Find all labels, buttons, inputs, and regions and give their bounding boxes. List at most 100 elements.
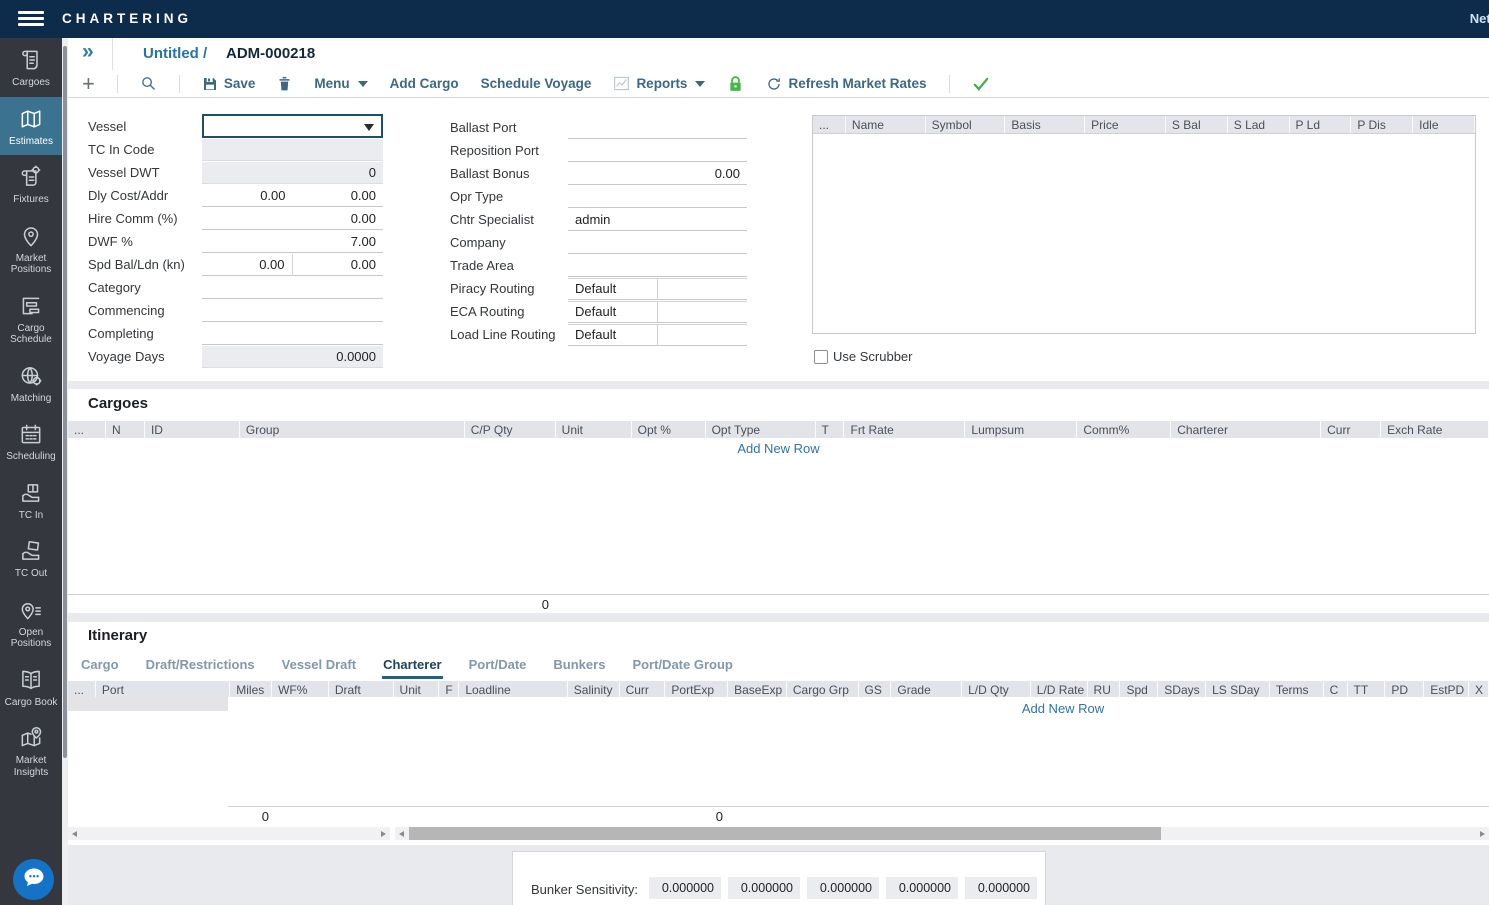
- column-header-basis[interactable]: Basis: [1005, 116, 1085, 133]
- column-header-[interactable]: ...: [813, 116, 846, 133]
- column-header-id[interactable]: ID: [145, 421, 240, 438]
- sidebar-item-cargo-schedule[interactable]: Cargo Schedule: [0, 284, 62, 354]
- field-reposition-port[interactable]: [568, 140, 747, 162]
- delete-button[interactable]: [277, 75, 292, 92]
- tab-draft-restrictions[interactable]: Draft/Restrictions: [145, 655, 256, 679]
- scroll-left-icon[interactable]: [68, 827, 81, 840]
- column-header-c-p-qty[interactable]: C/P Qty: [465, 421, 556, 438]
- field-eca-routing[interactable]: Default: [568, 301, 747, 323]
- sidebar-item-fixtures[interactable]: Fixtures: [0, 155, 62, 214]
- field-trade-area[interactable]: [568, 255, 747, 277]
- scroll-left-icon[interactable]: [395, 827, 408, 840]
- new-record-button[interactable]: +: [82, 74, 95, 94]
- column-header-spd[interactable]: Spd: [1120, 681, 1158, 697]
- column-header-s-bal[interactable]: S Bal: [1166, 116, 1228, 133]
- column-header-frt-rate[interactable]: Frt Rate: [844, 421, 965, 438]
- column-header-curr[interactable]: Curr: [620, 681, 666, 697]
- routing-value-cell[interactable]: Default: [568, 278, 658, 300]
- column-header-l-d-qty[interactable]: L/D Qty: [962, 681, 1031, 697]
- field-ballast-port[interactable]: [568, 117, 747, 139]
- topbar-network-link[interactable]: Network: [1470, 11, 1489, 26]
- column-header-x[interactable]: X: [1469, 681, 1489, 697]
- sidebar-item-scheduling[interactable]: Scheduling: [0, 412, 62, 471]
- add-cargo-button[interactable]: Add Cargo: [390, 76, 459, 91]
- field-spd-bal-ldn-kn[interactable]: 0.000.00: [202, 254, 383, 276]
- column-header-price[interactable]: Price: [1085, 116, 1166, 133]
- field-value-left[interactable]: 0.00: [202, 254, 293, 276]
- cargoes-add-new-row-link[interactable]: Add New Row: [68, 441, 1489, 456]
- routing-value-cell[interactable]: Default: [568, 324, 658, 346]
- tab-cargo[interactable]: Cargo: [80, 655, 120, 679]
- column-header-gs[interactable]: GS: [859, 681, 892, 697]
- column-header-symbol[interactable]: Symbol: [926, 116, 1006, 133]
- field-dwf[interactable]: 7.00: [202, 231, 383, 253]
- save-button[interactable]: Save: [202, 76, 256, 92]
- column-header-portexp[interactable]: PortExp: [665, 681, 728, 697]
- column-header-idle[interactable]: Idle: [1413, 116, 1475, 133]
- column-header-opt-type[interactable]: Opt Type: [706, 421, 816, 438]
- routing-extra-cell[interactable]: [658, 301, 748, 323]
- column-header-ls-sday[interactable]: LS SDay: [1206, 681, 1270, 697]
- column-header-f[interactable]: F: [439, 681, 459, 697]
- field-load-line-routing[interactable]: Default: [568, 324, 747, 346]
- sidebar-item-market-insights[interactable]: Market Insights: [0, 716, 62, 786]
- hamburger-menu-icon[interactable]: [18, 11, 44, 27]
- chat-button[interactable]: [13, 859, 54, 900]
- sidebar-item-market-positions[interactable]: Market Positions: [0, 214, 62, 284]
- refresh-market-rates-button[interactable]: Refresh Market Rates: [766, 76, 926, 92]
- scroll-right-icon[interactable]: [377, 827, 390, 840]
- menu-button[interactable]: Menu: [314, 76, 367, 91]
- column-header-exch-rate[interactable]: Exch Rate: [1381, 421, 1489, 438]
- sidebar-item-estimates[interactable]: Estimates: [0, 97, 62, 156]
- column-header-curr[interactable]: Curr: [1321, 421, 1381, 438]
- field-value-left[interactable]: 0.00: [202, 185, 293, 207]
- column-header-p-dis[interactable]: P Dis: [1351, 116, 1413, 133]
- column-header-opt[interactable]: Opt %: [632, 421, 706, 438]
- sidebar-scrollbar-thumb[interactable]: [63, 46, 67, 758]
- column-header-n[interactable]: N: [106, 421, 145, 438]
- column-header-unit[interactable]: Unit: [394, 681, 440, 697]
- column-header-terms[interactable]: Terms: [1270, 681, 1324, 697]
- column-header-sdays[interactable]: SDays: [1158, 681, 1206, 697]
- column-header-loadline[interactable]: Loadline: [459, 681, 567, 697]
- column-header-[interactable]: ...: [68, 681, 96, 697]
- itinerary-scrollbar[interactable]: [395, 827, 1489, 840]
- column-header-salinity[interactable]: Salinity: [568, 681, 620, 697]
- reports-button[interactable]: Reports: [613, 76, 705, 91]
- column-header-group[interactable]: Group: [240, 421, 465, 438]
- field-dly-cost-addr[interactable]: 0.000.00: [202, 185, 383, 207]
- sidebar-item-cargo-book[interactable]: Cargo Book: [0, 658, 62, 717]
- column-header-c[interactable]: C: [1324, 681, 1348, 697]
- field-piracy-routing[interactable]: Default: [568, 278, 747, 300]
- tab-bunkers[interactable]: Bunkers: [552, 655, 606, 679]
- sidebar-item-tc-in[interactable]: TC In: [0, 471, 62, 530]
- itinerary-add-new-row-link[interactable]: Add New Row: [998, 701, 1128, 716]
- column-header-draft[interactable]: Draft: [329, 681, 394, 697]
- column-header-t[interactable]: T: [816, 421, 845, 438]
- column-header-unit[interactable]: Unit: [556, 421, 632, 438]
- column-header-wf[interactable]: WF%: [272, 681, 329, 697]
- field-value-right[interactable]: 0.00: [293, 254, 384, 276]
- field-tc-in-code[interactable]: [202, 139, 383, 161]
- use-scrubber-checkbox[interactable]: [814, 350, 828, 364]
- field-vessel[interactable]: [202, 114, 383, 138]
- schedule-voyage-button[interactable]: Schedule Voyage: [481, 76, 592, 91]
- routing-extra-cell[interactable]: [658, 324, 748, 346]
- sidebar-item-matching[interactable]: Matching: [0, 354, 62, 413]
- field-hire-comm[interactable]: 0.00: [202, 208, 383, 230]
- routing-extra-cell[interactable]: [658, 278, 748, 300]
- column-header-lumpsum[interactable]: Lumpsum: [965, 421, 1077, 438]
- column-header-s-lad[interactable]: S Lad: [1228, 116, 1290, 133]
- field-commencing[interactable]: [202, 300, 383, 322]
- tab-port-date[interactable]: Port/Date: [468, 655, 528, 679]
- tab-charterer[interactable]: Charterer: [382, 655, 443, 679]
- column-header-baseexp[interactable]: BaseExp: [728, 681, 787, 697]
- field-opr-type[interactable]: [568, 186, 747, 208]
- routing-value-cell[interactable]: Default: [568, 301, 658, 323]
- column-header-p-ld[interactable]: P Ld: [1290, 116, 1352, 133]
- field-value-right[interactable]: 0.00: [293, 185, 384, 207]
- field-completing[interactable]: [202, 323, 383, 345]
- column-header-port[interactable]: Port: [96, 681, 230, 697]
- column-header-cargo-grp[interactable]: Cargo Grp: [787, 681, 859, 697]
- search-button[interactable]: [140, 75, 157, 92]
